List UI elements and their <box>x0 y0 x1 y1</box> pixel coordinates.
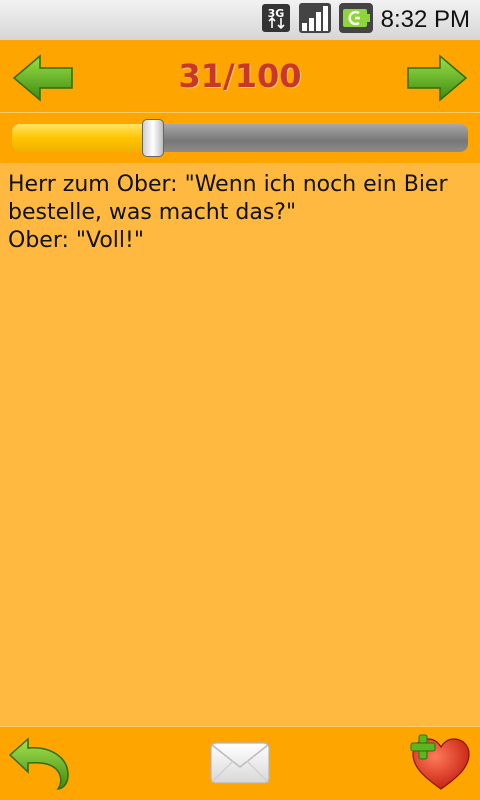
share-mail-button[interactable] <box>209 739 271 787</box>
joke-content: Herr zum Ober: "Wenn ich noch ein Bier b… <box>0 163 480 726</box>
joke-slider[interactable] <box>0 113 480 163</box>
next-button[interactable] <box>406 54 468 102</box>
clock: 8:32 PM <box>380 6 470 33</box>
add-favorite-button[interactable] <box>410 733 472 791</box>
slider-fill <box>12 124 154 152</box>
favorite-add-icon <box>410 734 470 790</box>
mail-icon <box>210 742 270 784</box>
slider-track[interactable] <box>12 124 468 152</box>
header-bar: 31/100 <box>0 40 480 113</box>
3g-label: 3G <box>267 7 284 20</box>
bottom-toolbar <box>0 726 480 800</box>
slider-thumb[interactable] <box>142 119 165 157</box>
signal-icon <box>298 3 331 37</box>
back-button[interactable] <box>6 735 72 791</box>
battery-icon <box>338 3 373 37</box>
arrow-right-icon <box>407 54 468 102</box>
3g-icon: 3G <box>261 3 291 37</box>
app-screen: 3G 8:32 PM 31/100 Herr zum Ober: "Wenn i… <box>0 0 480 800</box>
joke-text: Herr zum Ober: "Wenn ich noch ein Bier b… <box>8 172 448 253</box>
status-bar: 3G 8:32 PM <box>0 0 480 40</box>
back-icon <box>8 737 69 791</box>
